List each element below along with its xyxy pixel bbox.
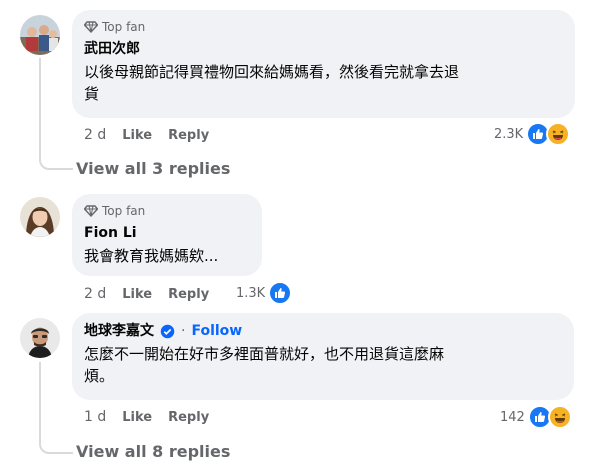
author-name[interactable]: Fion Li — [84, 224, 250, 242]
follow-button[interactable]: Follow — [191, 322, 242, 340]
comment-text: 以後母親節記得買禮物回來給媽媽看，然後看完就拿去退 貨 — [84, 61, 563, 105]
comment-text-line: 我會教育我媽媽欸... — [84, 247, 219, 265]
author-link[interactable]: 武田次郎 — [84, 40, 140, 58]
thread-connector — [39, 434, 73, 454]
view-replies-link[interactable]: View all 3 replies — [76, 159, 230, 178]
author-link[interactable]: 地球李嘉文 — [84, 322, 154, 340]
reactions-summary[interactable]: 2.3K — [494, 122, 571, 146]
comment-actions: 1 d Like Reply — [84, 408, 225, 426]
haha-reaction-icon — [547, 405, 572, 429]
timestamp[interactable]: 2 d — [84, 127, 106, 143]
comment-text-line: 煩。 — [84, 367, 115, 385]
reply-button[interactable]: Reply — [168, 128, 209, 143]
reactions-summary[interactable]: 142 — [500, 405, 572, 429]
like-button[interactable]: Like — [122, 410, 152, 425]
thread-line — [39, 58, 41, 156]
reaction-count: 142 — [500, 409, 525, 425]
reply-button[interactable]: Reply — [168, 287, 209, 302]
badge-label: Top fan — [102, 20, 146, 34]
comment-text-line: 貨 — [84, 85, 100, 103]
comment-bubble: Top fan Fion Li 我會教育我媽媽欸... — [72, 194, 262, 276]
reaction-count: 1.3K — [236, 285, 266, 301]
separator: · — [181, 323, 186, 339]
avatar[interactable] — [20, 197, 60, 237]
timestamp[interactable]: 1 d — [84, 409, 106, 425]
timestamp[interactable]: 2 d — [84, 286, 106, 302]
thread-line — [39, 362, 41, 438]
reaction-count: 2.3K — [494, 126, 524, 142]
like-reaction-icon — [268, 281, 293, 305]
comment-actions: 2 d Like Reply — [84, 126, 225, 144]
comment-text: 我會教育我媽媽欸... — [84, 245, 250, 267]
author-name[interactable]: 地球李嘉文 · Follow — [84, 322, 562, 340]
diamond-icon — [84, 21, 98, 33]
comment-text-line: 怎麼不一開始在好市多裡面普就好，也不用退貨這麼麻 — [84, 345, 445, 363]
haha-reaction-icon — [546, 122, 571, 146]
verified-badge-icon — [160, 324, 175, 338]
author-link[interactable]: Fion Li — [84, 224, 137, 242]
like-button[interactable]: Like — [122, 128, 152, 143]
avatar[interactable] — [20, 15, 60, 55]
comment-text: 怎麼不一開始在好市多裡面普就好，也不用退貨這麼麻 煩。 — [84, 343, 562, 387]
reply-button[interactable]: Reply — [168, 410, 209, 425]
comment-bubble: Top fan 武田次郎 以後母親節記得買禮物回來給媽媽看，然後看完就拿去退 貨 — [72, 10, 575, 118]
top-fan-badge: Top fan — [84, 203, 250, 219]
author-name[interactable]: 武田次郎 — [84, 40, 563, 58]
diamond-icon — [84, 205, 98, 217]
comment-actions: 2 d Like Reply — [84, 285, 225, 303]
like-button[interactable]: Like — [122, 287, 152, 302]
comment-bubble: 地球李嘉文 · Follow 怎麼不一開始在好市多裡面普就好，也不用退貨這麼麻 … — [72, 313, 574, 400]
thread-connector — [39, 150, 73, 170]
comment-text-line: 以後母親節記得買禮物回來給媽媽看，然後看完就拿去退 — [84, 63, 460, 81]
reactions-summary[interactable]: 1.3K — [236, 281, 293, 305]
view-replies-link[interactable]: View all 8 replies — [76, 442, 230, 461]
avatar[interactable] — [20, 318, 60, 358]
badge-label: Top fan — [102, 204, 146, 218]
top-fan-badge: Top fan — [84, 19, 563, 35]
